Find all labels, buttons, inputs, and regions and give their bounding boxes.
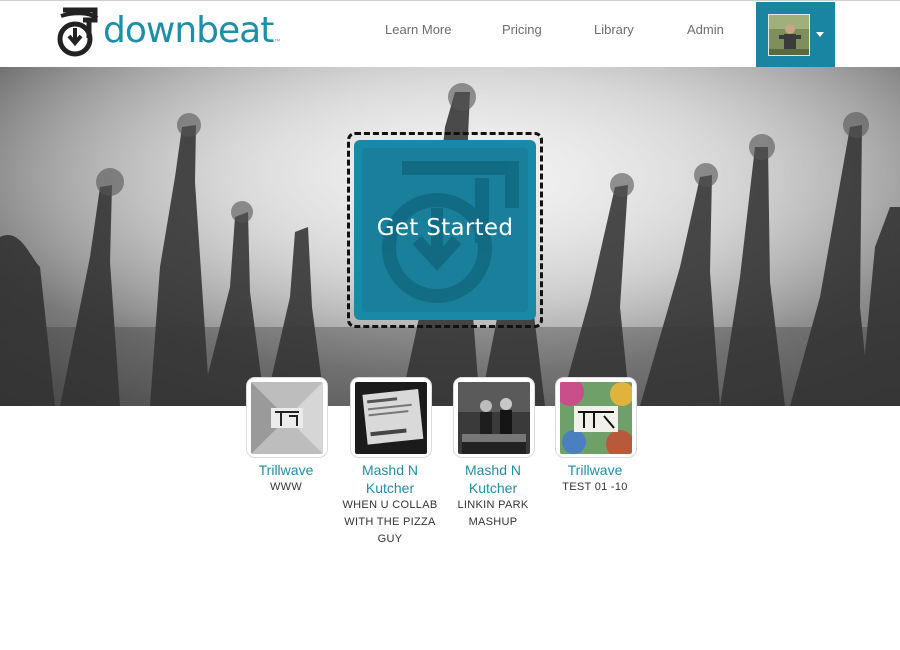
album-thumbnail[interactable] [246,377,328,458]
top-navbar: downbeat ™ Learn More Pricing Library Ad… [0,0,900,68]
track-title: Test 01 -10 [562,481,628,493]
trademark-mark: ™ [274,39,281,45]
track-title: WHEN U COLLAB WITH THE PIZZA GUY [342,499,438,545]
brand-name: downbeat [103,10,274,51]
avatar [768,14,810,56]
album-thumbnail[interactable] [453,377,535,458]
nav-admin[interactable]: Admin [687,22,724,37]
get-started-label: Get Started [376,215,514,241]
nav-library[interactable]: Library [594,22,634,37]
album-thumbnail[interactable] [555,377,637,458]
brand-logo-link[interactable]: downbeat ™ [55,4,280,59]
nav-pricing[interactable]: Pricing [502,22,542,37]
album-thumbnail[interactable] [350,377,432,458]
track-title: www [269,481,303,493]
get-started-button[interactable]: Get Started [354,140,536,320]
track-artist[interactable]: Trillwave [545,461,645,479]
hero-banner: Get Started [0,67,900,406]
nav-learn-more[interactable]: Learn More [385,22,451,37]
track-title: LINKIN PARK MASHUP [457,499,529,528]
user-menu-button[interactable] [756,2,835,68]
music-note-icon [57,7,99,56]
track-artist[interactable]: Mashd N Kutcher [340,461,440,497]
track-artist[interactable]: Trillwave [236,461,336,479]
track-artist[interactable]: Mashd N Kutcher [443,461,543,497]
caret-down-icon [816,32,824,37]
